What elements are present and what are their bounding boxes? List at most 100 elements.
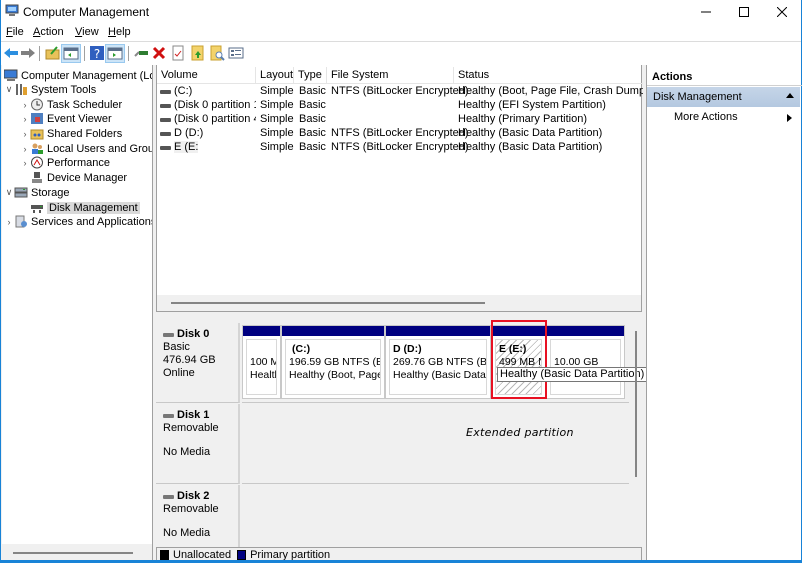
export-up-icon[interactable] — [190, 45, 206, 61]
volume-row[interactable]: E (E:) Simple Basic NTFS (BitLocker Encr… — [157, 141, 643, 155]
disk-name: Disk 1 — [163, 409, 238, 422]
partition-d[interactable]: D (D:) 269.76 GB NTFS (BitLo Healthy (Ba… — [385, 325, 491, 399]
partition-status: Healthy (Basic Data Pa — [393, 369, 486, 381]
menu-help-rest: elp — [115, 26, 131, 38]
maximize-button[interactable] — [725, 0, 763, 23]
collapse-up-icon[interactable] — [786, 93, 794, 98]
computer-management-icon — [4, 69, 18, 81]
volume-file-system: NTFS (BitLocker Encrypted) — [331, 85, 469, 97]
volume-row[interactable]: (Disk 0 partition 1) Simple Basic Health… — [157, 99, 643, 113]
up-folder-icon[interactable] — [45, 45, 61, 61]
highlight-box — [491, 320, 547, 399]
tree-item-shared-folders[interactable]: › Shared Folders — [20, 126, 122, 141]
forward-arrow-icon[interactable] — [20, 45, 36, 61]
tree-item-storage[interactable]: ∨ Storage — [4, 185, 70, 200]
connect-disk-icon[interactable] — [133, 45, 149, 61]
help-icon[interactable]: ? — [89, 45, 105, 61]
unallocated-swatch — [160, 549, 169, 560]
close-button[interactable] — [763, 0, 801, 23]
expand-open-icon[interactable]: ∨ — [4, 84, 14, 95]
volume-row[interactable]: (Disk 0 partition 4) Simple Basic Health… — [157, 113, 643, 127]
tree-item-services-and-applications[interactable]: › Services and Applications — [4, 214, 152, 229]
tree-item-system-tools[interactable]: ∨ System Tools — [4, 82, 97, 97]
expand-closed-icon[interactable]: › — [20, 100, 30, 110]
tree-item-disk-management[interactable]: Disk Management — [30, 200, 140, 215]
expand-closed-icon[interactable]: › — [20, 158, 30, 168]
expand-closed-icon[interactable]: › — [20, 129, 30, 139]
scrollbar-thumb[interactable] — [171, 302, 485, 304]
expand-closed-icon[interactable]: › — [4, 217, 14, 227]
volume-list-horizontal-scrollbar[interactable] — [157, 295, 641, 311]
toolbar: ? — [1, 42, 801, 64]
minimize-button[interactable] — [687, 0, 725, 23]
menu-view[interactable]: View — [75, 26, 99, 38]
column-header-file-system[interactable]: File System — [327, 67, 454, 84]
action-more-actions[interactable]: More Actions — [647, 109, 800, 127]
delete-icon[interactable] — [151, 45, 167, 61]
show-hide-action-pane-button[interactable] — [105, 44, 125, 63]
tree-item-computer-management[interactable]: Computer Management (Local — [4, 68, 152, 83]
menu-file[interactable]: File — [6, 26, 24, 38]
tree-horizontal-scrollbar[interactable] — [2, 544, 152, 561]
expand-open-icon[interactable]: ∨ — [4, 187, 14, 198]
menu-file-rest: ile — [12, 26, 24, 38]
menu-action[interactable]: Action — [33, 26, 64, 38]
disk-label[interactable]: Disk 1 Removable No Media — [156, 404, 240, 484]
column-header-volume[interactable]: Volume — [157, 67, 256, 84]
partition-efi[interactable]: 100 M Healtl — [242, 325, 281, 399]
list-view-icon[interactable] — [228, 45, 244, 61]
volume-status: Healthy (EFI System Partition) — [458, 99, 606, 111]
clock-icon — [31, 98, 43, 111]
drive-icon — [160, 118, 171, 122]
menu-help[interactable]: Help — [108, 26, 131, 38]
disk-view-vertical-scrollbar[interactable] — [631, 321, 642, 548]
toolbar-separator — [84, 46, 85, 61]
tree-item-device-manager[interactable]: Device Manager — [30, 170, 127, 185]
partition-title: (C:) — [292, 343, 311, 355]
disk-name: Disk 2 — [163, 490, 238, 503]
disk-icon — [163, 332, 174, 337]
primary-partition-bar — [243, 326, 280, 336]
title-bar[interactable]: Computer Management — [1, 0, 801, 23]
menu-view-rest: iew — [82, 26, 99, 38]
legend-primary-partition: Primary partition — [250, 548, 331, 561]
disk-row-disk-0[interactable]: Disk 0 Basic 476.94 GB Online 100 M Heal… — [156, 323, 629, 403]
tree-item-task-scheduler[interactable]: › Task Scheduler — [20, 97, 122, 112]
back-arrow-icon[interactable] — [3, 45, 19, 61]
disk-name-text: Disk 2 — [177, 490, 210, 502]
volume-row[interactable]: D (D:) Simple Basic NTFS (BitLocker Encr… — [157, 127, 643, 141]
partition-status: Healthy (Boot, Page F — [289, 369, 381, 381]
disk-name: Disk 0 — [163, 328, 238, 341]
column-header-layout[interactable]: Layout — [256, 67, 294, 84]
tree-label: Local Users and Groups — [47, 142, 152, 155]
volume-row[interactable]: (C:) Simple Basic NTFS (BitLocker Encryp… — [157, 85, 643, 99]
tree-label: System Tools — [31, 83, 97, 96]
volume-name: D (D:) — [174, 127, 204, 139]
expand-closed-icon[interactable]: › — [20, 114, 30, 124]
disk-label[interactable]: Disk 0 Basic 476.94 GB Online — [156, 323, 240, 403]
column-header-type[interactable]: Type — [294, 67, 327, 84]
scrollbar-thumb[interactable] — [13, 552, 133, 554]
tree-item-performance[interactable]: › Performance — [20, 155, 110, 170]
volume-type: Basic — [299, 141, 326, 153]
partition-details: (C:) 196.59 GB NTFS (BitLc Healthy (Boot… — [285, 339, 381, 395]
properties-icon[interactable] — [170, 45, 186, 61]
actions-section-disk-management[interactable]: Disk Management — [647, 87, 800, 107]
storage-icon — [14, 187, 28, 198]
partition-c[interactable]: (C:) 196.59 GB NTFS (BitLc Healthy (Boot… — [281, 325, 385, 399]
tree-item-local-users-and-groups[interactable]: › Local Users and Groups — [20, 141, 153, 156]
disk-management-icon — [31, 205, 43, 213]
tree-item-event-viewer[interactable]: › Event Viewer — [20, 111, 112, 126]
disk-row-disk-1[interactable]: Disk 1 Removable No Media — [156, 404, 629, 484]
show-hide-console-tree-button[interactable] — [61, 44, 81, 63]
drive-icon — [160, 146, 171, 150]
column-header-status[interactable]: Status — [454, 67, 643, 84]
volume-list-header: Volume Layout Type File System Status — [157, 67, 643, 84]
disk-type: Basic — [163, 341, 190, 353]
search-folder-icon[interactable] — [209, 45, 225, 61]
expand-closed-icon[interactable]: › — [20, 144, 30, 154]
scrollbar-thumb[interactable] — [635, 331, 637, 477]
disk-name-text: Disk 1 — [177, 409, 210, 421]
disk-state: Online — [163, 367, 195, 379]
partition-unlabeled-10gb[interactable]: 10.00 GB — [546, 325, 625, 399]
